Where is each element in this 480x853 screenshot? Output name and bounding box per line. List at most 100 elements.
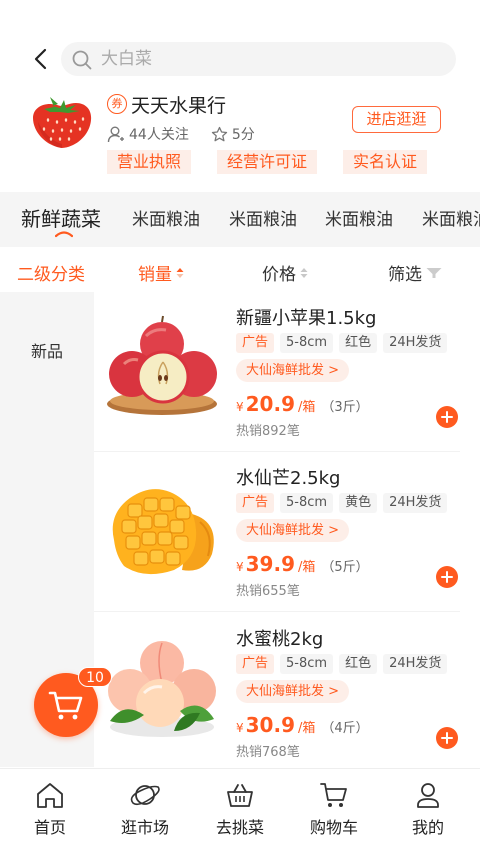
price-value: 30.9: [245, 713, 295, 737]
category-tab[interactable]: 米面粮油: [229, 205, 297, 230]
price-row: ¥ 20.9 /箱 （3斤）: [236, 392, 369, 416]
user-icon: [107, 126, 124, 143]
cart-icon: [48, 691, 83, 720]
sort-bar: 二级分类 销量 价格 筛选: [0, 248, 480, 292]
tab-cart[interactable]: 购物车: [294, 781, 374, 838]
product-list: 新疆小苹果1.5kg 广告 5-8cm 红色 24H发货 大仙海鲜批发 > ¥ …: [94, 292, 480, 767]
search-bar: [0, 42, 480, 76]
side-menu-item-new[interactable]: 新品: [0, 338, 94, 362]
user-icon: [417, 783, 439, 808]
price-spec: （5斤）: [321, 560, 369, 575]
sort-sales-button[interactable]: 销量: [138, 260, 184, 285]
product-tags: 广告 5-8cm 红色 24H发货: [236, 333, 453, 353]
product-image-peach: [108, 641, 216, 737]
price-value: 20.9: [245, 392, 295, 416]
seller-link[interactable]: 大仙海鲜批发 >: [236, 680, 350, 703]
ad-tag: 广告: [236, 493, 275, 513]
price-unit: /箱: [298, 721, 316, 736]
price-spec: （4斤）: [321, 721, 369, 736]
tab-label: 去挑菜: [215, 818, 264, 837]
secondary-category-label: 二级分类: [17, 265, 85, 285]
add-to-cart-button[interactable]: [436, 406, 458, 428]
sold-count: 热销892笔: [236, 424, 300, 439]
real-name-badge[interactable]: 实名认证: [343, 150, 428, 174]
seller-link[interactable]: 大仙海鲜批发 >: [236, 519, 350, 542]
shipping-tag: 24H发货: [383, 333, 448, 353]
price-value: 39.9: [245, 552, 295, 576]
product-title: 水仙芒2.5kg: [236, 468, 341, 489]
app-screen: 券 天天水果行 44人关注 5分 进店逛逛 营业执照 经营许可证 实名认证 新鲜…: [0, 0, 480, 853]
shop-logo: [33, 97, 92, 148]
product-card[interactable]: 水仙芒2.5kg 广告 5-8cm 黄色 24H发货 大仙海鲜批发 > ¥ 39…: [94, 452, 460, 612]
sort-price-label: 价格: [262, 265, 296, 285]
color-tag: 黄色: [339, 493, 378, 513]
category-tab[interactable]: 米面粮油: [132, 205, 200, 230]
product-image-apple: [107, 315, 217, 415]
color-tag: 红色: [339, 333, 378, 353]
product-title: 新疆小苹果1.5kg: [236, 308, 377, 329]
search-input[interactable]: [101, 42, 431, 76]
filter-button[interactable]: 筛选: [388, 260, 442, 285]
tab-mine[interactable]: 我的: [388, 781, 468, 838]
sort-arrows-icon: [176, 267, 184, 278]
sold-count: 热销655笔: [236, 584, 300, 599]
shop-name: 天天水果行: [131, 94, 227, 117]
product-tags: 广告 5-8cm 红色 24H发货: [236, 654, 453, 674]
price-row: ¥ 39.9 /箱 （5斤）: [236, 552, 369, 576]
product-card[interactable]: 水蜜桃2kg 广告 5-8cm 红色 24H发货 大仙海鲜批发 > ¥ 30.9…: [94, 613, 460, 767]
followers-stat: 44人关注: [107, 124, 189, 144]
home-icon: [37, 783, 63, 808]
size-tag: 5-8cm: [280, 333, 334, 353]
followers-count: 44人关注: [129, 127, 189, 143]
size-tag: 5-8cm: [280, 654, 334, 674]
sold-count: 热销768笔: [236, 745, 300, 760]
home-indicator-area: [0, 839, 480, 853]
shop-name-row: 券 天天水果行: [107, 92, 227, 117]
currency-symbol: ¥: [236, 400, 244, 414]
business-license-badge[interactable]: 营业执照: [107, 150, 192, 174]
secondary-category-button[interactable]: 二级分类: [17, 260, 85, 285]
product-tags: 广告 5-8cm 黄色 24H发货: [236, 493, 453, 513]
category-tab[interactable]: 米面粮油: [325, 205, 393, 230]
filter-icon: [426, 267, 442, 278]
sort-arrows-icon: [300, 267, 308, 278]
add-to-cart-button[interactable]: [436, 566, 458, 588]
tab-market[interactable]: 逛市场: [105, 781, 185, 838]
search-box[interactable]: [61, 42, 456, 76]
planet-icon: [130, 785, 160, 806]
search-icon: [72, 50, 92, 70]
bottom-tab-bar: 首页 逛市场 去挑菜 购物车 我的: [0, 768, 480, 839]
tab-label: 我的: [411, 818, 444, 837]
star-icon: [211, 126, 227, 141]
tab-label: 购物车: [309, 818, 358, 837]
sort-price-button[interactable]: 价格: [262, 260, 308, 285]
currency-symbol: ¥: [236, 560, 244, 574]
rating-stat: 5分: [211, 124, 255, 144]
add-to-cart-button[interactable]: [436, 727, 458, 749]
product-image-mango: [112, 489, 214, 575]
tab-label: 逛市场: [120, 818, 169, 837]
ad-tag: 广告: [236, 333, 275, 353]
seller-link[interactable]: 大仙海鲜批发 >: [236, 359, 350, 382]
tab-pick-veg[interactable]: 去挑菜: [200, 781, 280, 838]
price-unit: /箱: [298, 400, 316, 415]
category-tab-active[interactable]: 新鲜蔬菜: [21, 203, 101, 232]
tab-indicator: [55, 231, 73, 238]
size-tag: 5-8cm: [280, 493, 334, 513]
operating-permit-badge[interactable]: 经营许可证: [217, 150, 318, 174]
product-card[interactable]: 新疆小苹果1.5kg 广告 5-8cm 红色 24H发货 大仙海鲜批发 > ¥ …: [94, 292, 460, 452]
price-row: ¥ 30.9 /箱 （4斤）: [236, 713, 369, 737]
basket-icon: [227, 784, 253, 807]
tab-label: 首页: [33, 818, 66, 837]
category-tabs: 新鲜蔬菜 米面粮油 米面粮油 米面粮油 米面粮油: [0, 192, 480, 247]
category-tab[interactable]: 米面粮油: [422, 205, 480, 230]
sort-sales-label: 销量: [138, 265, 172, 285]
cart-count-badge: 10: [78, 667, 112, 687]
back-arrow-icon[interactable]: [28, 46, 54, 72]
currency-symbol: ¥: [236, 721, 244, 735]
coupon-badge: 券: [107, 94, 127, 114]
visit-shop-button[interactable]: 进店逛逛: [352, 106, 441, 133]
cart-icon: [320, 783, 347, 807]
tab-home[interactable]: 首页: [10, 781, 90, 838]
color-tag: 红色: [339, 654, 378, 674]
